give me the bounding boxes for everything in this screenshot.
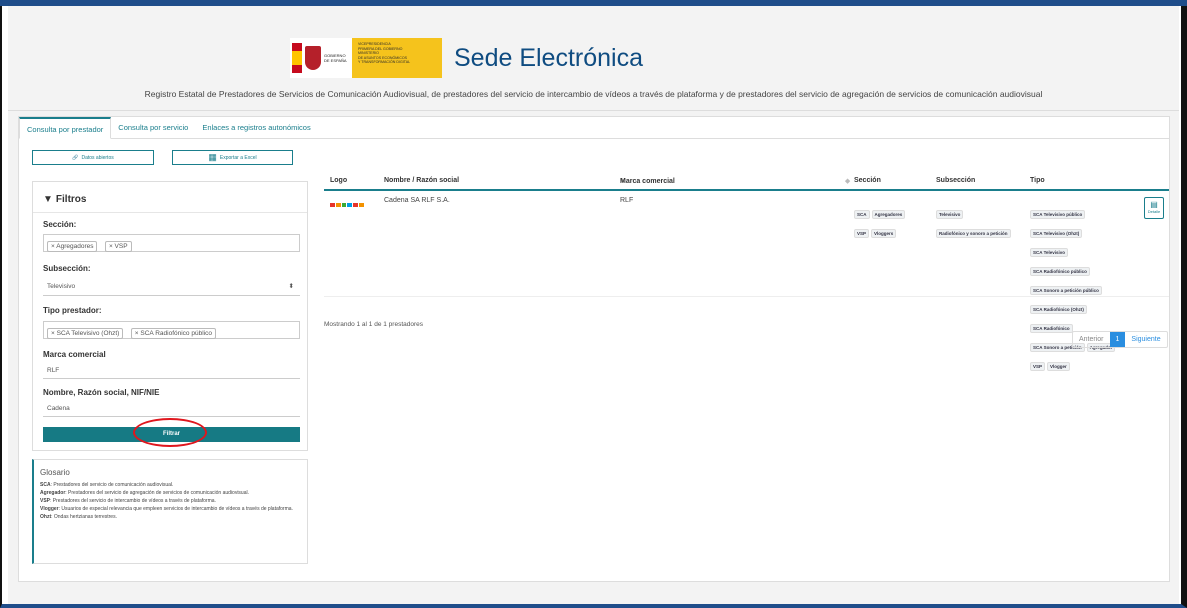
highlight-circle bbox=[133, 418, 207, 447]
subsection-chip: Radiofónico y sonoro a petición bbox=[936, 229, 1011, 238]
glossary-item: Ohzt: Ondas hertzianas terrestres. bbox=[40, 514, 117, 520]
type-chip: SCA Radiofónico público bbox=[1030, 267, 1090, 276]
coat-of-arms-icon bbox=[305, 46, 321, 70]
results-count: Mostrando 1 al 1 de 1 prestadores bbox=[324, 321, 424, 328]
type-chip: SCA Televisivo bbox=[1030, 248, 1069, 257]
logo-group: GOBIERNO DE ESPAÑA VICEPRESIDENCIA PRIME… bbox=[290, 38, 643, 78]
ministry-line: Y TRANSFORMACIÓN DIGITAL bbox=[358, 60, 411, 64]
table-header: Logo Nombre / Razón social ▲ Marca comerc… bbox=[324, 173, 1169, 191]
divider bbox=[33, 212, 307, 213]
table-row: Cadena SA RLF S.A. RLF SCA Agregadores VS… bbox=[324, 191, 1169, 371]
document-icon: ▤ bbox=[1150, 200, 1158, 209]
glossary-item: Agregador: Prestadores del servicio de a… bbox=[40, 490, 249, 496]
ministry-label: VICEPRESIDENCIA PRIMERA DEL GOBIERNO MIN… bbox=[352, 38, 442, 78]
gov-line2: DE ESPAÑA bbox=[324, 58, 347, 63]
col-header-name[interactable]: Nombre / Razón social ▲ bbox=[384, 177, 626, 184]
name-input[interactable]: Cadena bbox=[43, 402, 300, 417]
section-chip: VSP bbox=[854, 229, 870, 238]
open-data-label: Datos abiertos bbox=[81, 154, 114, 161]
pagination-next[interactable]: Siguiente bbox=[1125, 332, 1166, 347]
subsection-select[interactable]: Televisivo ⬍ bbox=[43, 279, 300, 296]
tab-bar: Consulta por prestador Consulta por serv… bbox=[19, 117, 1169, 139]
section-chip: Vloggers bbox=[871, 229, 897, 238]
col-header-brand[interactable]: Marca comercial ◆ bbox=[620, 177, 850, 185]
provider-logo bbox=[330, 203, 364, 208]
tab-consulta-servicio[interactable]: Consulta por servicio bbox=[111, 117, 195, 139]
section-label: Sección: bbox=[43, 220, 77, 229]
detail-label: Detalle bbox=[1147, 209, 1161, 214]
main-panel: Consulta por prestador Consulta por serv… bbox=[18, 116, 1170, 582]
tab-enlaces-autonomicos[interactable]: Enlaces a registros autonómicos bbox=[195, 117, 317, 139]
brand-input[interactable]: RLF bbox=[43, 364, 300, 379]
filter-icon: ▼ bbox=[43, 194, 53, 205]
pagination-page[interactable]: 1 bbox=[1109, 332, 1126, 347]
glossary-title: Glosario bbox=[40, 468, 70, 477]
subsection-chip: Televisivo bbox=[936, 210, 964, 219]
export-excel-button[interactable]: ▦ Exportar a Excel bbox=[172, 150, 293, 165]
glossary-panel: Glosario SCA: Prestadores del servicio d… bbox=[32, 459, 308, 564]
subsection-label: Subsección: bbox=[43, 264, 91, 273]
subsection-chips: Televisivo Radiofónico y sonoro a petici… bbox=[936, 203, 1028, 241]
glossary-item: Vlogger: Usuarios de especial relevancia… bbox=[40, 506, 293, 512]
provider-type-multiselect[interactable]: × SCA Televisivo (Ohzt) × SCA Radiofónic… bbox=[43, 321, 300, 339]
provider-brand: RLF bbox=[620, 197, 634, 204]
section-multiselect[interactable]: × Agregadores × VSP bbox=[43, 234, 300, 252]
sort-icon[interactable]: ◆ bbox=[845, 178, 850, 185]
page: GOBIERNO DE ESPAÑA VICEPRESIDENCIA PRIME… bbox=[8, 6, 1179, 604]
provider-type-tag[interactable]: × SCA Radiofónico público bbox=[130, 328, 216, 339]
filters-panel: ▼ Filtros Sección: × Agregadores × VSP S… bbox=[32, 181, 308, 451]
providers-table: Logo Nombre / Razón social ▲ Marca comerc… bbox=[324, 173, 1169, 371]
type-chip: Vlogger bbox=[1047, 362, 1070, 371]
sort-arrows-icon: ⬍ bbox=[288, 283, 294, 290]
table-icon: ▦ bbox=[208, 152, 217, 162]
detail-button[interactable]: ▤ Detalle bbox=[1144, 197, 1164, 219]
subsection-value: Televisivo bbox=[47, 283, 76, 290]
type-chips: SCA Televisivo público SCA Televisivo (O… bbox=[1030, 203, 1142, 374]
flag-icon bbox=[292, 43, 302, 73]
provider-type-label: Tipo prestador: bbox=[43, 306, 102, 315]
header: GOBIERNO DE ESPAÑA VICEPRESIDENCIA PRIME… bbox=[8, 6, 1179, 106]
export-excel-label: Exportar a Excel bbox=[219, 154, 257, 161]
col-header-subsection: Subsección bbox=[936, 177, 976, 184]
link-icon: 🔗 bbox=[72, 154, 79, 161]
type-chip: VSP bbox=[1030, 362, 1046, 371]
provider-type-tag[interactable]: × SCA Televisivo (Ohzt) bbox=[47, 328, 124, 339]
section-chips: SCA Agregadores VSP Vloggers bbox=[854, 203, 924, 241]
pagination-prev[interactable]: Anterior bbox=[1073, 332, 1110, 347]
section-chip: Agregadores bbox=[871, 210, 906, 219]
site-title[interactable]: Sede Electrónica bbox=[454, 44, 643, 73]
type-chip: SCA Televisivo público bbox=[1030, 210, 1086, 219]
section-tag[interactable]: × VSP bbox=[104, 241, 132, 252]
divider bbox=[8, 110, 1179, 111]
col-header-logo: Logo bbox=[330, 177, 348, 184]
type-chip: SCA Radiofónico bbox=[1030, 324, 1073, 333]
col-header-section: Sección bbox=[854, 177, 881, 184]
filters-title: Filtros bbox=[55, 194, 87, 205]
government-logo[interactable]: GOBIERNO DE ESPAÑA VICEPRESIDENCIA PRIME… bbox=[290, 38, 442, 78]
provider-name: Cadena SA RLF S.A. bbox=[384, 197, 450, 204]
type-chip: SCA Televisivo (Ohzt) bbox=[1030, 229, 1083, 238]
type-chip: SCA Sonoro a petición público bbox=[1030, 286, 1102, 295]
brand-label: Marca comercial bbox=[43, 350, 106, 359]
glossary-item: VSP: Prestadores del servicio de interca… bbox=[40, 498, 216, 504]
section-chip: SCA bbox=[854, 210, 870, 219]
type-chip: SCA Radiofónico (Ohzt) bbox=[1030, 305, 1087, 314]
tab-consulta-prestador[interactable]: Consulta por prestador bbox=[19, 117, 112, 139]
section-tag[interactable]: × Agregadores bbox=[47, 241, 98, 252]
registry-subtitle: Registro Estatal de Prestadores de Servi… bbox=[144, 89, 1043, 99]
name-label: Nombre, Razón social, NIF/NIE bbox=[43, 388, 160, 397]
col-header-type: Tipo bbox=[1030, 177, 1045, 184]
open-data-button[interactable]: 🔗 Datos abiertos bbox=[32, 150, 154, 165]
gov-emblem: GOBIERNO DE ESPAÑA bbox=[290, 38, 352, 78]
glossary-item: SCA: Prestadores del servicio de comunic… bbox=[40, 482, 174, 488]
pagination: Anterior 1 Siguiente bbox=[1072, 331, 1168, 348]
